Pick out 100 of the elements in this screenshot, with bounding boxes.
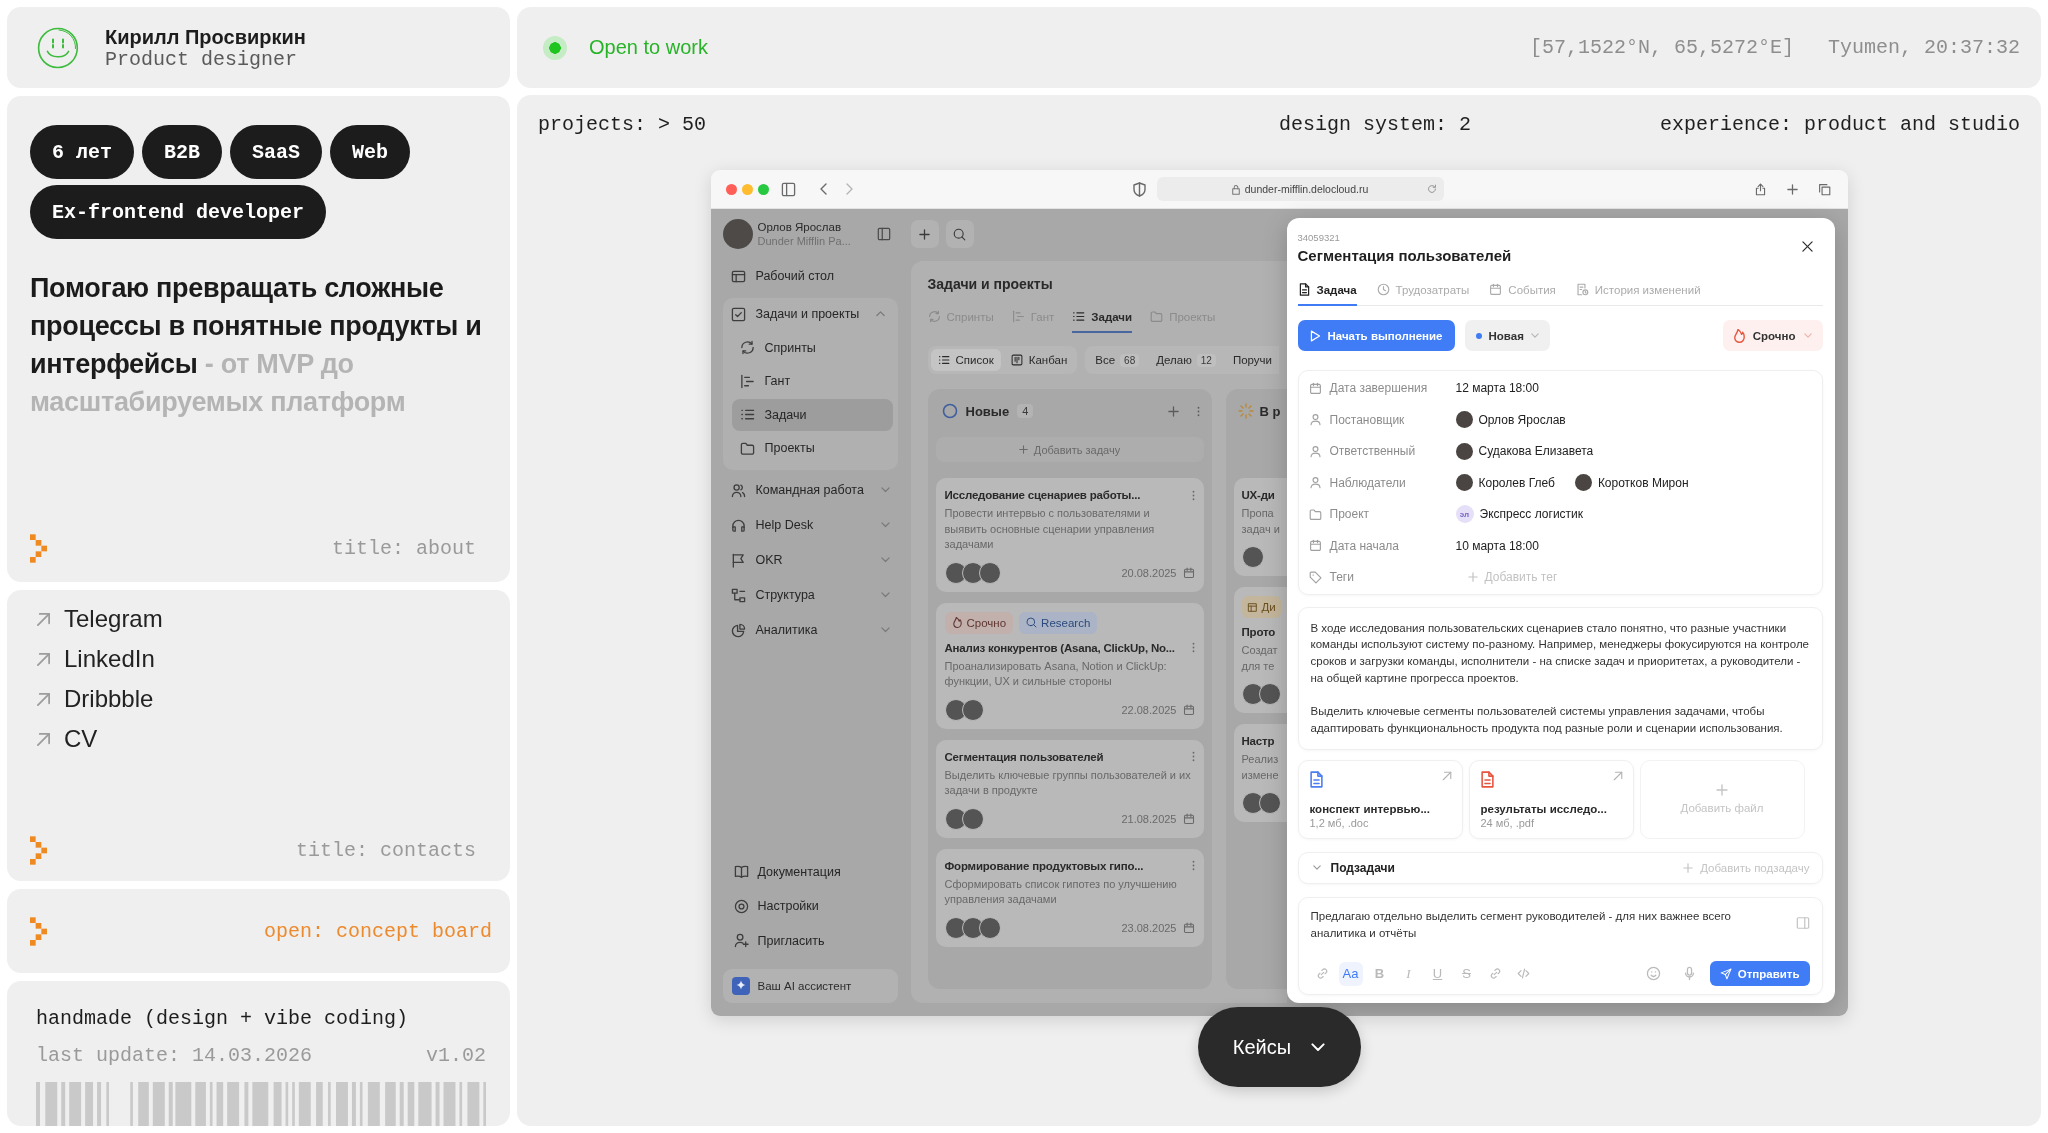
- start-button[interactable]: Начать выполнение: [1297, 320, 1455, 352]
- contact-link[interactable]: LinkedIn: [36, 639, 155, 679]
- nav-item[interactable]: Документация: [722, 854, 898, 889]
- avatar-photo: [1258, 683, 1281, 705]
- field-value: 10 марта 18:00: [1455, 538, 1539, 553]
- arrow-up-right-icon: [36, 731, 51, 747]
- arrow-up-right-icon[interactable]: [1441, 770, 1452, 781]
- pie-chart-icon: [730, 622, 746, 638]
- chevron-down-icon[interactable]: [880, 557, 890, 563]
- more-icon[interactable]: [1191, 642, 1195, 653]
- more-icon[interactable]: [1191, 860, 1195, 871]
- nav-item[interactable]: Гант: [731, 365, 893, 397]
- profile-name: Кирилл Просвиркин: [105, 24, 306, 49]
- tab[interactable]: Задачи: [1072, 302, 1133, 333]
- sidebar-toggle-icon[interactable]: [780, 181, 796, 197]
- due-date: 22.08.2025: [1121, 703, 1177, 716]
- nav-item[interactable]: Рабочий стол: [722, 259, 898, 293]
- plus-icon[interactable]: [1167, 405, 1179, 417]
- share-icon[interactable]: [1753, 182, 1767, 196]
- file-card[interactable]: конспект интервью... 1,2 мб, .doc: [1297, 759, 1463, 839]
- chevron-down-icon[interactable]: [880, 627, 890, 633]
- task-card[interactable]: Формирование продуктовых гипо... Сформировать список гипотез по улучшению управления задачами 23.08.2025: [935, 848, 1204, 947]
- chevron-up-icon[interactable]: [875, 311, 885, 317]
- tabs-icon[interactable]: [1817, 182, 1831, 196]
- nav-item[interactable]: Структура: [722, 577, 898, 613]
- add-button[interactable]: [910, 220, 939, 248]
- address-bar[interactable]: dunder-mifflin.delocloud.ru: [1156, 177, 1444, 201]
- card-description: Реализ: [1241, 752, 1279, 767]
- flag-icon: [730, 552, 746, 568]
- nav-item[interactable]: Help Desk: [722, 507, 898, 543]
- more-icon[interactable]: [1191, 489, 1195, 501]
- forward-icon[interactable]: [845, 183, 853, 195]
- nav-item[interactable]: Настройки: [722, 889, 898, 924]
- shield-icon[interactable]: [1132, 181, 1146, 197]
- stat-text: experience: product and studio: [1659, 113, 2020, 137]
- nav-item[interactable]: Командная работа: [722, 472, 898, 508]
- task-card[interactable]: Настр Реализ измене: [1233, 724, 1287, 822]
- task-card[interactable]: Сегментация пользователей Выделить ключевые группы пользователей и их задачи в продукте 21.08.2025: [935, 739, 1204, 838]
- card-title: Формирование продуктовых гипо...: [944, 858, 1144, 874]
- field-label: Проект: [1329, 507, 1370, 521]
- back-icon[interactable]: [819, 183, 827, 195]
- chevron-down-icon[interactable]: [1312, 865, 1321, 871]
- close-icon: [1801, 241, 1813, 252]
- more-icon[interactable]: [1191, 751, 1195, 762]
- more-icon[interactable]: [1196, 405, 1200, 417]
- nav-item[interactable]: Задачи: [731, 398, 893, 431]
- skill-tag: SaaS: [230, 125, 323, 179]
- filter-button[interactable]: Поручи: [1225, 349, 1279, 371]
- cases-button[interactable]: Кейсы: [1197, 1007, 1361, 1087]
- link-icon[interactable]: [1315, 967, 1329, 980]
- card-title: Анализ конкурентов (Asana, ClickUp, No...: [944, 640, 1175, 656]
- nav-item[interactable]: OKR: [722, 542, 898, 578]
- search-button[interactable]: [945, 220, 974, 248]
- avatar-photo: [1455, 474, 1473, 491]
- chevron-down-icon[interactable]: [880, 487, 890, 493]
- nav-item[interactable]: Спринты: [731, 331, 893, 364]
- priority-dropdown[interactable]: Срочно: [1722, 320, 1823, 352]
- filter-button[interactable]: Делаю 12: [1149, 349, 1223, 371]
- zoom-window-icon[interactable]: [757, 183, 769, 195]
- send-button[interactable]: Отправить: [1709, 961, 1810, 986]
- task-card[interactable]: UX-ди Пропа задач и: [1233, 478, 1287, 576]
- status-dropdown[interactable]: Новая: [1464, 320, 1550, 352]
- file-card[interactable]: результаты исследо... 24 мб, .pdf: [1468, 759, 1634, 839]
- person-icon: [1308, 444, 1322, 458]
- contact-link[interactable]: Telegram: [36, 599, 163, 639]
- filter-button[interactable]: Все 68: [1088, 349, 1147, 371]
- reload-icon[interactable]: [1426, 184, 1437, 194]
- format-button[interactable]: Aa: [1338, 961, 1363, 986]
- view-button[interactable]: Список: [930, 349, 1001, 371]
- nav-item[interactable]: Проекты: [731, 432, 893, 464]
- minimize-window-icon[interactable]: [741, 183, 753, 195]
- tag-label: Срочно: [966, 616, 1007, 629]
- description-text: В ходе исследования пользовательских сценариев стало понятно, что разные участники команды используют систему по-разному. Например, менеджеры фокусируются на контроле сроков и загрузки команды, исполнители - на списке задач и приоритетах, а руководители - на общей картине прогресса проектов.: [1310, 620, 1810, 686]
- section-caption: title: about: [331, 537, 476, 560]
- note-icon: [1246, 601, 1258, 613]
- chevron-down-icon[interactable]: [880, 592, 890, 598]
- tab[interactable]: Задача: [1297, 275, 1357, 307]
- sidebar-toggle-icon[interactable]: [876, 227, 891, 241]
- nav-item[interactable]: Пригласить: [722, 923, 898, 958]
- task-card[interactable]: Ди Прото Создат для те: [1233, 587, 1287, 713]
- contact-link[interactable]: CV: [36, 719, 98, 759]
- comment-field[interactable]: Предлагаю отдельно выделить сегмент руководителей - для них важнее всего аналитика и отчёты: [1310, 907, 1751, 942]
- view-button[interactable]: Канбан: [1003, 349, 1075, 371]
- task-card[interactable]: Срочно Research Анализ конкурентов (Asana, ClickUp, No... Проанализировать Asana, Notion и ClickUp: функции, UX и сильные стороны 22.08.2025: [935, 602, 1204, 729]
- task-card[interactable]: Исследование сценариев работы... Провести интервью с пользователями и выявить основные сценарии управления задачами 20.08.2025: [935, 478, 1204, 592]
- expand-icon[interactable]: [1795, 915, 1810, 930]
- contact-link[interactable]: Dribbble: [36, 679, 154, 719]
- nav-item[interactable]: Аналитика: [722, 612, 898, 648]
- arrow-up-right-icon[interactable]: [1612, 770, 1623, 781]
- coordinates-text: [57,1522°N, 65,5272°E]: [1529, 36, 1794, 59]
- send-icon: [1719, 967, 1732, 980]
- close-window-icon[interactable]: [725, 183, 737, 195]
- nav-item[interactable]: Задачи и проекты: [722, 298, 893, 330]
- code-icon[interactable]: [1516, 967, 1530, 980]
- chevron-down-icon[interactable]: [880, 522, 890, 528]
- emoji-icon[interactable]: [1645, 966, 1661, 981]
- plus-icon[interactable]: [1786, 183, 1798, 195]
- ai-assistant-button[interactable]: Ваш AI ассистент: [722, 969, 898, 1003]
- link-icon[interactable]: [1488, 967, 1502, 980]
- arrow-up-right-icon: [36, 691, 51, 707]
